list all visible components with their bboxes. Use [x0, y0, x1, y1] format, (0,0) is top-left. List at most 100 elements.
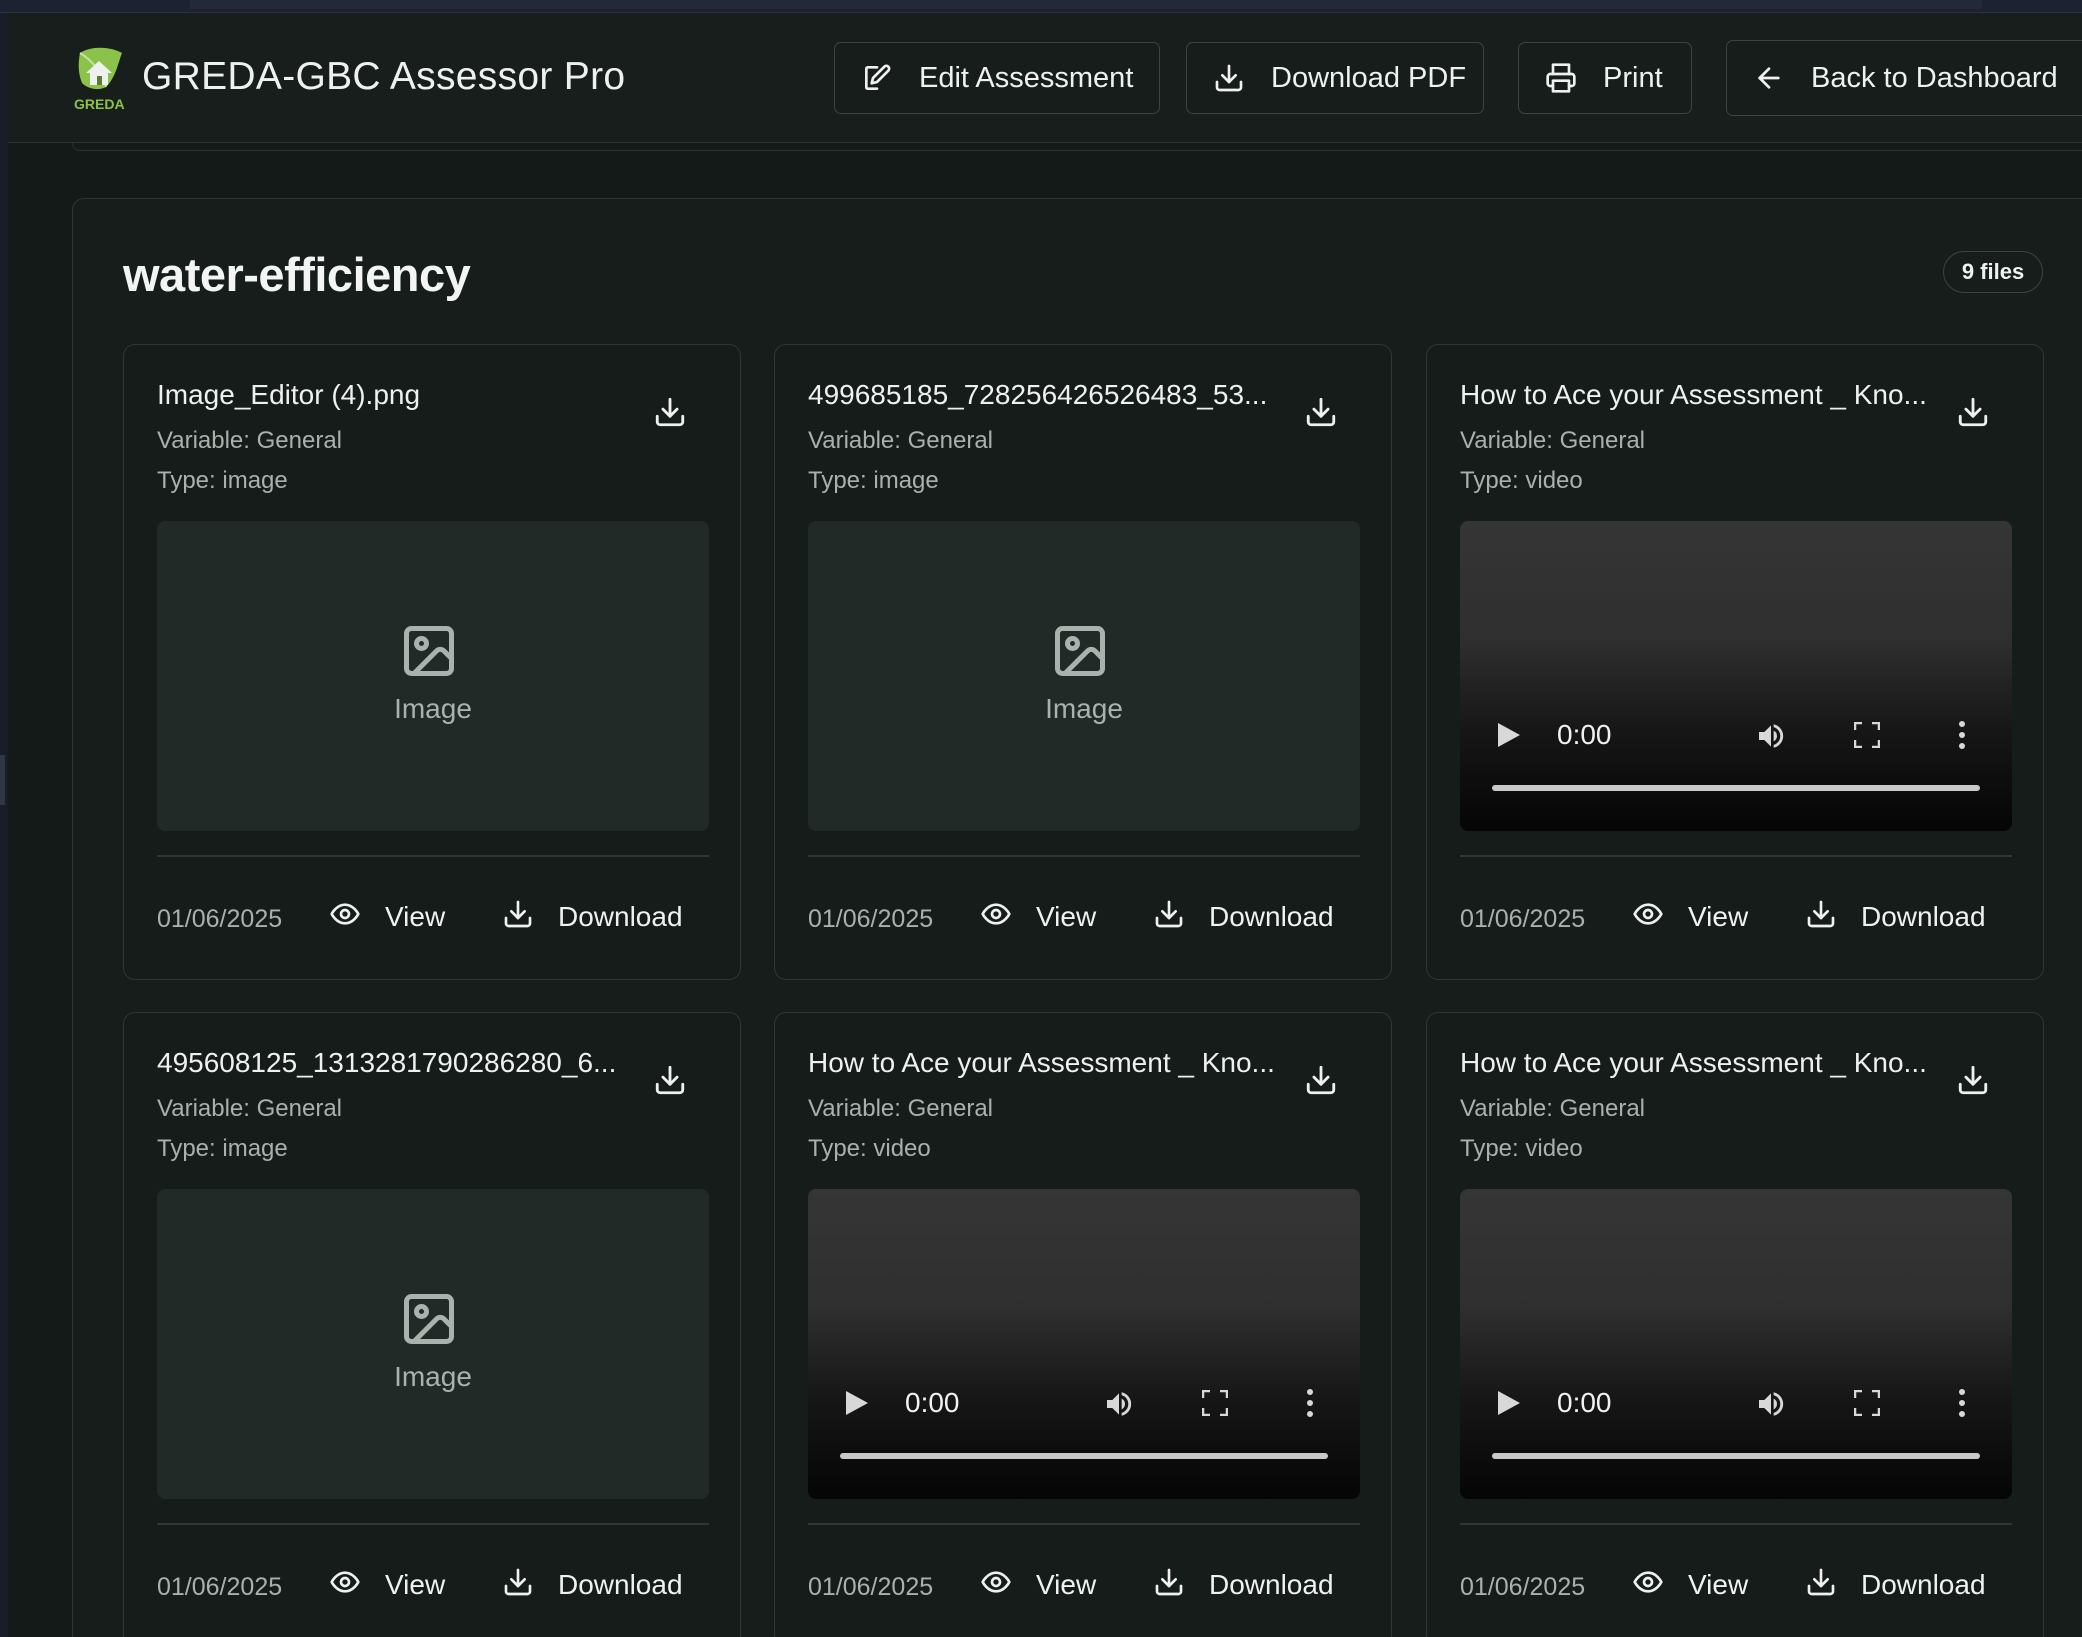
download-label: Download [1861, 1569, 1986, 1600]
play-icon[interactable] [1496, 1389, 1522, 1417]
file-type: Type: image [808, 467, 939, 494]
more-options-icon[interactable] [1306, 1388, 1314, 1418]
download-icon[interactable] [653, 395, 687, 429]
download-pdf-label: Download PDF [1271, 61, 1467, 94]
view-button[interactable]: View [329, 897, 445, 937]
download-button[interactable]: Download [502, 1565, 683, 1605]
card-divider [1460, 1523, 2012, 1525]
file-date: 01/06/2025 [1460, 1573, 1586, 1601]
download-icon[interactable] [1304, 395, 1338, 429]
file-type: Type: image [157, 467, 288, 494]
download-icon [1153, 1566, 1185, 1605]
eye-icon [1632, 1566, 1664, 1605]
video-progress-bar[interactable] [840, 1453, 1328, 1459]
download-icon[interactable] [1956, 395, 1990, 429]
fullscreen-icon[interactable] [1854, 722, 1880, 748]
download-icon [1153, 898, 1185, 937]
download-pdf-button[interactable]: Download PDF [1186, 42, 1484, 114]
file-variable: Variable: General [157, 1095, 342, 1122]
view-button[interactable]: View [1632, 897, 1748, 937]
download-label: Download [1209, 1569, 1334, 1600]
view-label: View [1036, 1569, 1097, 1600]
file-card: 495608125_1313281790286280_6... Variable… [123, 1012, 741, 1637]
greda-logo: GREDA [72, 43, 134, 119]
download-icon [1215, 64, 1243, 92]
eye-icon [980, 898, 1012, 937]
download-icon [1805, 1566, 1837, 1605]
image-icon [399, 1289, 459, 1349]
volume-icon[interactable] [1102, 1388, 1136, 1420]
image-preview[interactable]: Image [157, 1189, 709, 1499]
view-label: View [385, 901, 446, 932]
file-type: Type: video [1460, 467, 1583, 494]
svg-text:GREDA: GREDA [74, 96, 125, 112]
file-name: Image_Editor (4).png [157, 379, 421, 410]
video-player[interactable]: 0:00 [808, 1189, 1360, 1499]
file-card: How to Ace your Assessment _ Kno... Vari… [1426, 1012, 2044, 1637]
card-divider [1460, 855, 2012, 857]
file-variable: Variable: General [1460, 427, 1645, 454]
download-icon [502, 1566, 534, 1605]
more-options-icon[interactable] [1958, 720, 1966, 750]
download-button[interactable]: Download [1805, 897, 1986, 937]
print-label: Print [1603, 61, 1663, 94]
file-date: 01/06/2025 [157, 905, 283, 933]
play-icon[interactable] [1496, 721, 1522, 749]
card-divider [808, 1523, 1360, 1525]
download-icon[interactable] [1304, 1063, 1338, 1097]
edit-assessment-button[interactable]: Edit Assessment [834, 42, 1160, 114]
fullscreen-icon[interactable] [1854, 1390, 1880, 1416]
download-button[interactable]: Download [1153, 897, 1334, 937]
file-count-badge: 9 files [1943, 251, 2043, 293]
file-type: Type: image [157, 1135, 288, 1162]
play-icon[interactable] [844, 1389, 870, 1417]
video-time: 0:00 [1557, 1387, 1612, 1418]
video-player[interactable]: 0:00 [1460, 1189, 2012, 1499]
image-preview[interactable]: Image [808, 521, 1360, 831]
view-button[interactable]: View [329, 1565, 445, 1605]
download-label: Download [1209, 901, 1334, 932]
view-button[interactable]: View [1632, 1565, 1748, 1605]
download-button[interactable]: Download [1153, 1565, 1334, 1605]
arrow-left-icon [1758, 67, 1780, 89]
video-progress-bar[interactable] [1492, 785, 1980, 791]
card-divider [157, 855, 709, 857]
back-to-dashboard-label: Back to Dashboard [1811, 61, 2058, 94]
view-button[interactable]: View [980, 1565, 1096, 1605]
file-card: How to Ace your Assessment _ Kno... Vari… [1426, 344, 2044, 980]
download-icon[interactable] [653, 1063, 687, 1097]
fullscreen-icon[interactable] [1202, 1390, 1228, 1416]
download-label: Download [558, 1569, 683, 1600]
view-label: View [385, 1569, 446, 1600]
volume-icon[interactable] [1754, 720, 1788, 752]
image-preview[interactable]: Image [157, 521, 709, 831]
view-label: View [1688, 901, 1749, 932]
back-to-dashboard-button[interactable]: Back to Dashboard [1726, 40, 2082, 116]
download-button[interactable]: Download [502, 897, 683, 937]
download-label: Download [1861, 901, 1986, 932]
previous-section-edge [72, 143, 2082, 151]
download-icon[interactable] [1956, 1063, 1990, 1097]
download-button[interactable]: Download [1805, 1565, 1986, 1605]
file-variable: Variable: General [1460, 1095, 1645, 1122]
view-button[interactable]: View [980, 897, 1096, 937]
card-divider [157, 1523, 709, 1525]
print-button[interactable]: Print [1518, 42, 1692, 114]
section-title: water-efficiency [123, 248, 471, 301]
video-player[interactable]: 0:00 [1460, 521, 2012, 831]
file-name: How to Ace your Assessment _ Kno... [1460, 379, 1927, 410]
video-time: 0:00 [1557, 719, 1612, 750]
file-card: 499685185_728256426526483_53... Variable… [774, 344, 1392, 980]
download-icon [1805, 898, 1837, 937]
file-card: Image_Editor (4).png Variable: General T… [123, 344, 741, 980]
file-variable: Variable: General [808, 1095, 993, 1122]
water-efficiency-section: water-efficiency 9 files Image_Editor (4… [72, 198, 2082, 1637]
volume-icon[interactable] [1754, 1388, 1788, 1420]
video-progress-bar[interactable] [1492, 1453, 1980, 1459]
image-icon [399, 621, 459, 681]
card-divider [808, 855, 1360, 857]
more-options-icon[interactable] [1958, 1388, 1966, 1418]
eye-icon [329, 898, 361, 937]
app-title: GREDA-GBC Assessor Pro [142, 55, 626, 98]
file-name: 495608125_1313281790286280_6... [157, 1047, 617, 1078]
